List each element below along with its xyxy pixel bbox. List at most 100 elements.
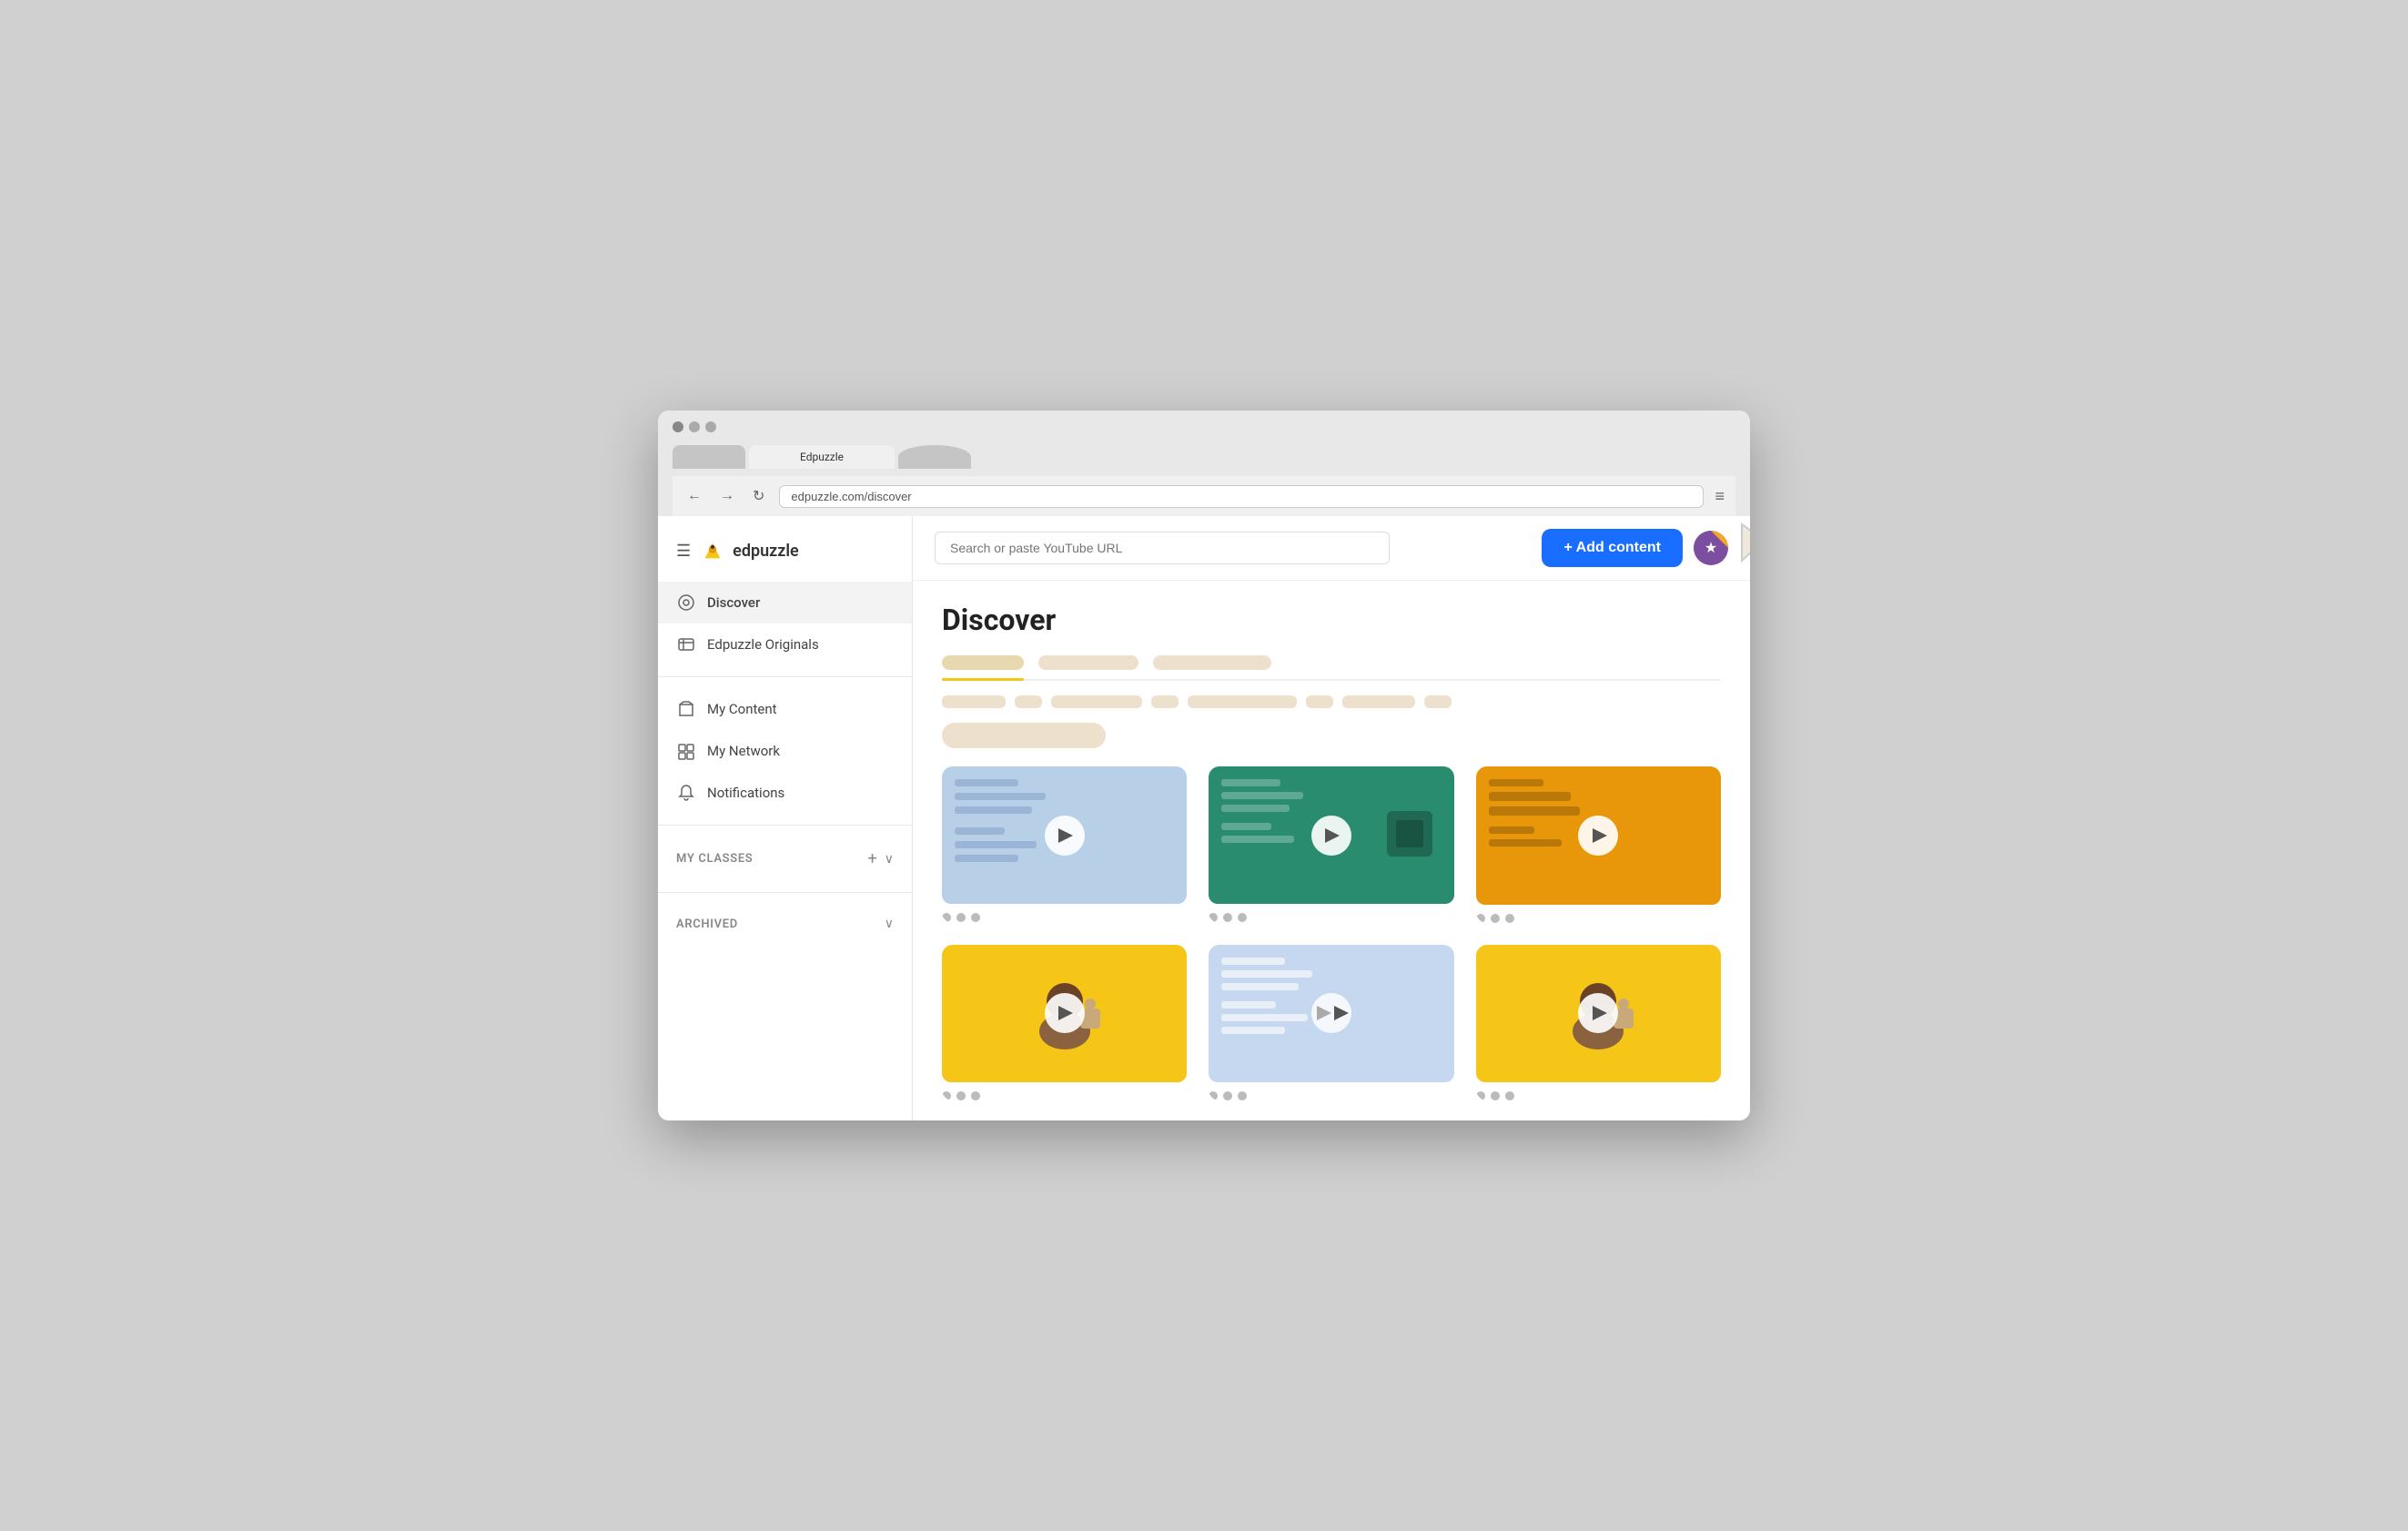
video-card-3[interactable] [1476,766,1721,923]
back-button[interactable]: ← [683,484,705,508]
my-classes-label: MY CLASSES [676,852,753,866]
top-bar: + Add content ★ [913,516,1750,581]
play-button-5[interactable] [1311,993,1351,1033]
card-dots-2 [1209,913,1453,922]
add-content-wrapper: + Add content [1542,529,1683,567]
filter-skeleton-8 [1424,695,1452,708]
video-grid [942,766,1721,1100]
hamburger-icon[interactable]: ☰ [676,542,691,561]
sidebar-item-notifications[interactable]: Notifications [658,772,912,814]
traffic-light-close[interactable] [673,421,683,432]
video-card-5[interactable] [1209,945,1453,1101]
main-content: + Add content ★ [913,516,1750,1120]
sidebar-item-discover[interactable]: Discover [658,582,912,624]
video-card-6[interactable] [1476,945,1721,1101]
sidebar-my-content-label: My Content [707,701,777,717]
video-card-2[interactable] [1209,766,1453,923]
my-classes-section: MY CLASSES + ∨ [658,833,912,885]
card-dots-4 [942,1091,1187,1100]
thumbnail-4 [942,945,1187,1082]
avatar-icon: ★ [1694,531,1728,565]
thumbnail-2 [1209,766,1453,904]
user-avatar[interactable]: ★ [1694,531,1728,565]
notifications-icon [676,783,696,803]
my-classes-header[interactable]: MY CLASSES + ∨ [658,840,912,877]
filter-skeleton-2 [1015,695,1042,708]
add-content-button[interactable]: + Add content [1542,529,1683,567]
thumb-lines-1 [955,779,1046,862]
page-title: Discover [942,603,1721,637]
thumbnail-5 [1209,945,1453,1082]
tab-skeleton-1[interactable] [942,655,1024,670]
card-dots-1 [942,913,1187,922]
video-card-4[interactable] [942,945,1187,1101]
my-network-icon [676,741,696,761]
page-body: Discover [913,581,1750,1120]
logo-text: edpuzzle [733,542,799,561]
classes-expand-icon[interactable]: ∨ [885,852,894,867]
filter-skeleton-1 [942,695,1006,708]
puzzle-piece-icon [1378,802,1442,869]
browser-tab-inactive[interactable] [673,445,745,469]
add-content-label: + Add content [1563,540,1661,556]
filter-skeleton-7 [1342,695,1415,708]
tab-label: Edpuzzle [800,451,844,463]
play-button-1[interactable] [1045,816,1085,856]
sidebar: ☰ edpuzzle [658,516,913,1120]
traffic-light-maximize[interactable] [705,421,716,432]
cursor-overlay [1737,520,1750,578]
tab-skeletons [942,655,1721,681]
filter-skeleton-6 [1306,695,1333,708]
refresh-button[interactable]: ↻ [749,483,768,509]
nav-divider-2 [658,825,912,826]
card-dots-6 [1476,1091,1721,1100]
tab-skeleton-3[interactable] [1153,655,1271,670]
play-button-4[interactable] [1045,993,1085,1033]
sidebar-item-originals[interactable]: Edpuzzle Originals [658,624,912,665]
search-input[interactable] [935,532,1390,564]
add-class-icon[interactable]: + [868,849,877,868]
thumbnail-1 [942,766,1187,904]
sidebar-my-network-label: My Network [707,743,780,759]
card-dots-5 [1209,1091,1453,1100]
top-bar-right: + Add content ★ [1542,529,1728,567]
video-card-1[interactable] [942,766,1187,923]
my-content-icon [676,699,696,719]
discover-icon [676,593,696,613]
orange-lines [1489,779,1580,847]
archived-expand-icon[interactable]: ∨ [885,917,894,931]
green-lines [1221,779,1303,843]
card-dots-3 [1476,914,1721,923]
nav-divider-3 [658,892,912,893]
thumbnail-6 [1476,945,1721,1083]
subtitle-skeleton [942,723,1106,748]
sidebar-discover-label: Discover [707,594,760,611]
browser-menu-icon[interactable]: ≡ [1715,487,1725,506]
nav-divider-1 [658,676,912,677]
svg-text:★: ★ [1705,539,1717,556]
archived-label: ARCHIVED [676,918,738,931]
filter-skeleton-4 [1151,695,1179,708]
play-button-3[interactable] [1578,816,1618,856]
secondary-nav: My Content My Network [658,684,912,817]
browser-tab-active[interactable]: Edpuzzle [749,445,895,469]
tab-skeleton-2[interactable] [1038,655,1138,670]
edpuzzle-logo-icon [700,538,725,563]
primary-nav: Discover Edpuzzle Originals [658,578,912,669]
sidebar-item-my-network[interactable]: My Network [658,730,912,772]
sidebar-notifications-label: Notifications [707,785,784,801]
sidebar-item-my-content[interactable]: My Content [658,688,912,730]
browser-tab-inactive2[interactable] [898,445,971,469]
lightblue-lines [1221,958,1312,1034]
address-bar[interactable] [779,485,1704,508]
forward-button[interactable]: → [716,484,738,508]
archived-header[interactable]: ARCHIVED ∨ [658,907,912,940]
filter-row [942,695,1721,708]
play-button-2[interactable] [1311,816,1351,856]
filter-skeleton-3 [1051,695,1142,708]
archived-section: ARCHIVED ∨ [658,900,912,948]
sidebar-originals-label: Edpuzzle Originals [707,636,819,653]
subtitle-row [942,723,1721,748]
thumbnail-3 [1476,766,1721,905]
traffic-light-minimize[interactable] [689,421,700,432]
